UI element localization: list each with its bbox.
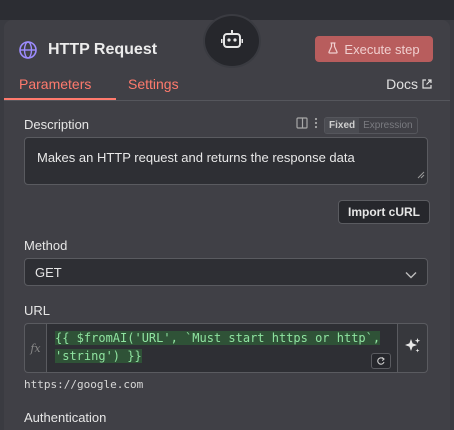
execute-step-button[interactable]: Execute step — [315, 36, 433, 62]
node-panel: HTTP Request Execute step Parameters Set… — [4, 14, 450, 430]
sparkle-icon — [404, 337, 422, 360]
resize-handle-icon[interactable] — [417, 167, 425, 182]
ai-sparkle-button[interactable] — [398, 323, 428, 373]
import-curl-button[interactable]: Import cURL — [338, 200, 430, 224]
more-options-icon[interactable] — [314, 116, 318, 134]
chevron-down-icon — [405, 267, 417, 282]
execute-step-label: Execute step — [344, 41, 420, 57]
fx-icon: fx — [24, 323, 46, 373]
url-expression-editor[interactable]: {{ $fromAI('URL', `Must start https or h… — [46, 323, 398, 373]
node-badge[interactable] — [203, 14, 261, 68]
url-label: URL — [24, 303, 51, 318]
active-tab-indicator — [4, 98, 116, 100]
mode-expression[interactable]: Expression — [359, 118, 416, 133]
url-field: fx {{ $fromAI('URL', `Must start https o… — [24, 323, 428, 373]
globe-icon — [18, 40, 38, 60]
tab-parameters[interactable]: Parameters — [19, 76, 91, 92]
authentication-label: Authentication — [24, 410, 107, 425]
robot-icon — [220, 29, 244, 54]
url-resolved-value: https://google.com — [24, 378, 144, 391]
open-expression-editor-icon[interactable] — [371, 353, 391, 369]
method-select[interactable]: GET — [24, 258, 428, 286]
expression-line-2: 'string') }} — [55, 349, 142, 363]
flask-icon — [328, 41, 339, 57]
method-value: GET — [35, 264, 62, 280]
expression-line-1: {{ $fromAI('URL', `Must start https or h… — [55, 331, 381, 345]
docs-label: Docs — [386, 76, 418, 92]
docs-link[interactable]: Docs — [386, 76, 432, 92]
tab-settings[interactable]: Settings — [128, 76, 179, 92]
description-value: Makes an HTTP request and returns the re… — [37, 150, 355, 165]
fixed-expression-toggle: Fixed Expression — [324, 116, 418, 134]
external-link-icon — [422, 76, 432, 92]
node-title: HTTP Request — [48, 41, 158, 58]
method-label: Method — [24, 238, 68, 253]
mode-fixed[interactable]: Fixed — [325, 117, 360, 133]
description-tools: Fixed Expression — [296, 116, 418, 134]
description-label: Description — [24, 117, 90, 132]
tab-bar: Parameters Settings Docs — [4, 70, 450, 101]
panel-toggle-icon[interactable] — [296, 116, 308, 134]
description-textarea[interactable]: Makes an HTTP request and returns the re… — [24, 137, 428, 185]
